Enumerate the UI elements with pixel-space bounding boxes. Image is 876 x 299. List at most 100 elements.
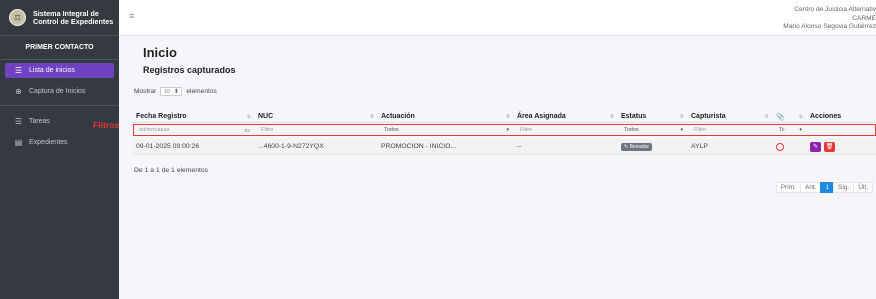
pagination: Prim. Ant. 1 Sig. Últ.	[775, 182, 873, 193]
edit-icon: ✎	[624, 143, 629, 150]
show-entries-prefix: Mostrar	[134, 88, 157, 95]
chevron-down-icon: ▾	[799, 127, 802, 133]
trash-icon: 🗑	[825, 144, 834, 150]
cell-estatus: ✎ Borrador	[618, 142, 688, 151]
area-filter-placeholder: Filtro	[520, 127, 533, 133]
org-name: Centro de Justicia Alternativ	[794, 6, 876, 13]
estatus-filter-select[interactable]: Todos ▾	[621, 125, 687, 135]
user-info[interactable]: Centro de Justicia Alternativ CARME Mari…	[783, 6, 876, 32]
chevron-down-icon: ▾	[506, 127, 509, 133]
fecha-filter-placeholder: dd/mm/aaaa	[139, 127, 170, 133]
sidebar-item-label: Captura de Inicios	[29, 88, 86, 95]
column-header-label: Área Asignada	[517, 113, 566, 120]
brand-title: Sistema Integral de Control de Expedient…	[33, 9, 114, 26]
sidebar: ⚖ Sistema Integral de Control de Expedie…	[0, 0, 119, 299]
cell-area: --	[517, 143, 522, 150]
sort-icon: ⇅	[679, 113, 684, 120]
sort-icon: ⇅	[505, 113, 510, 120]
area-filter-input[interactable]: Filtro	[517, 125, 617, 135]
sidebar-item-captura-de-inicios[interactable]: ⊕ Captura de Inicios	[5, 84, 114, 99]
column-header-area-asignada[interactable]: Área Asignada ⇅	[514, 111, 618, 122]
folder-icon: ▤	[14, 138, 23, 147]
column-header-capturista[interactable]: Capturista ⇅	[688, 111, 773, 122]
fecha-filter-input[interactable]: dd/mm/aaaa ▭	[136, 125, 254, 135]
show-entries: Mostrar 10 ⬍ elementos	[134, 87, 217, 96]
cell-attachment	[773, 142, 807, 151]
paperclip-icon: 📎	[776, 113, 785, 121]
actuacion-filter-select[interactable]: Todos ▾	[381, 125, 513, 135]
edit-button[interactable]: ✎	[810, 141, 821, 152]
sidebar-item-label: Lista de inicios	[29, 67, 75, 74]
status-badge-label: Borrador	[629, 143, 650, 150]
task-list-icon: ☰	[14, 117, 23, 126]
column-header-nuc[interactable]: NUC ⇅	[255, 111, 378, 122]
page-next-button[interactable]: Sig.	[833, 182, 855, 193]
attachment-filter-select[interactable]: Tc ▾	[776, 125, 806, 135]
sort-icon: ⇅	[798, 113, 803, 120]
chevron-down-icon: ▾	[680, 127, 683, 133]
table-row[interactable]: 09-01-2025 09:00:26 ...4600-1-9-N272YQX …	[133, 139, 876, 155]
top-navbar: ≡ Centro de Justicia Alternativ CARME Ma…	[119, 0, 876, 36]
sort-icon: ⇅	[764, 113, 769, 120]
filters-annotation: Filtros	[93, 120, 120, 130]
column-header-label: Fecha Registro	[136, 113, 187, 120]
column-header-label: NUC	[258, 113, 274, 120]
calendar-icon[interactable]: ▭	[244, 127, 250, 134]
capturista-filter-input[interactable]: Filtro	[691, 125, 772, 135]
select-caret-icon: ⬍	[173, 89, 179, 95]
cell-nuc: ...4600-1-9-N272YQX	[258, 143, 324, 150]
show-entries-suffix: elementos	[186, 88, 217, 95]
cell-fecha: 09-01-2025 09:00:26	[136, 143, 200, 150]
sidebar-item-lista-de-inicios[interactable]: ☰ Lista de inicios	[5, 63, 114, 78]
cell-actuacion: PROMOCION - INICIO...	[381, 143, 457, 150]
column-header-actuacion[interactable]: Actuación ⇅	[378, 111, 514, 122]
table-header: Fecha Registro ⇅ NUC ⇅ Actuación ⇅ Área …	[133, 111, 876, 123]
cell-capturista: AYLP	[691, 143, 708, 150]
logo-icon: ⚖	[9, 9, 26, 26]
page-last-button[interactable]: Últ.	[853, 182, 873, 193]
page-prev-button[interactable]: Ant.	[799, 182, 822, 193]
org-subname: CARME	[852, 14, 876, 22]
cell-acciones: ✎ 🗑	[807, 141, 867, 152]
entries-per-page-select[interactable]: 10 ⬍	[160, 87, 183, 96]
hamburger-menu-icon[interactable]: ≡	[129, 11, 134, 21]
column-header-label: Actuación	[381, 113, 415, 120]
filter-row: dd/mm/aaaa ▭ Filtro Todos ▾ Filtro Todos…	[133, 124, 876, 136]
brand[interactable]: ⚖ Sistema Integral de Control de Expedie…	[0, 0, 119, 36]
sort-icon: ⇅	[369, 113, 374, 120]
column-header-label: Estatus	[621, 113, 647, 120]
delete-button[interactable]: 🗑	[824, 141, 835, 152]
sidebar-item-label: Expedientes	[29, 139, 68, 146]
records-table: Fecha Registro ⇅ NUC ⇅ Actuación ⇅ Área …	[133, 111, 876, 155]
sort-icon: ⇅	[609, 113, 614, 120]
sort-icon: ⇅	[246, 113, 251, 120]
nuc-filter-placeholder: Filtro	[261, 127, 274, 133]
main-content: Inicio Registros capturados Mostrar 10 ⬍…	[119, 36, 876, 299]
page-subtitle: Registros capturados	[143, 65, 236, 75]
sidebar-item-expedientes[interactable]: ▤ Expedientes	[5, 135, 114, 150]
page-1-button[interactable]: 1	[820, 182, 835, 193]
page-title: Inicio	[143, 45, 177, 60]
page-first-button[interactable]: Prim.	[775, 182, 801, 193]
sidebar-divider	[0, 105, 119, 106]
attachment-filter-value: Tc	[779, 127, 785, 133]
table-info: De 1 a 1 de 1 elementos	[134, 167, 209, 174]
column-header-acciones: Acciones	[807, 111, 867, 122]
list-icon: ☰	[14, 66, 23, 75]
actuacion-filter-value: Todos	[384, 127, 399, 133]
sidebar-section-header: PRIMER CONTACTO	[0, 36, 119, 60]
nuc-filter-input[interactable]: Filtro	[258, 125, 377, 135]
brand-title-line2: Control de Expedientes	[33, 16, 114, 26]
entries-per-page-value: 10	[164, 88, 170, 95]
column-header-label: Acciones	[810, 113, 842, 120]
capturista-filter-placeholder: Filtro	[694, 127, 707, 133]
plus-circle-icon: ⊕	[15, 87, 22, 96]
column-header-fecha-registro[interactable]: Fecha Registro ⇅	[133, 111, 255, 122]
no-attachment-circle-icon	[776, 142, 784, 151]
sidebar-item-label: Tareas	[29, 118, 51, 125]
column-header-attachment[interactable]: 📎 ⇅	[773, 111, 807, 122]
edit-icon: ✎	[812, 144, 819, 150]
status-badge: ✎ Borrador	[621, 142, 653, 151]
column-header-estatus[interactable]: Estatus ⇅	[618, 111, 688, 122]
column-header-label: Capturista	[691, 113, 726, 120]
